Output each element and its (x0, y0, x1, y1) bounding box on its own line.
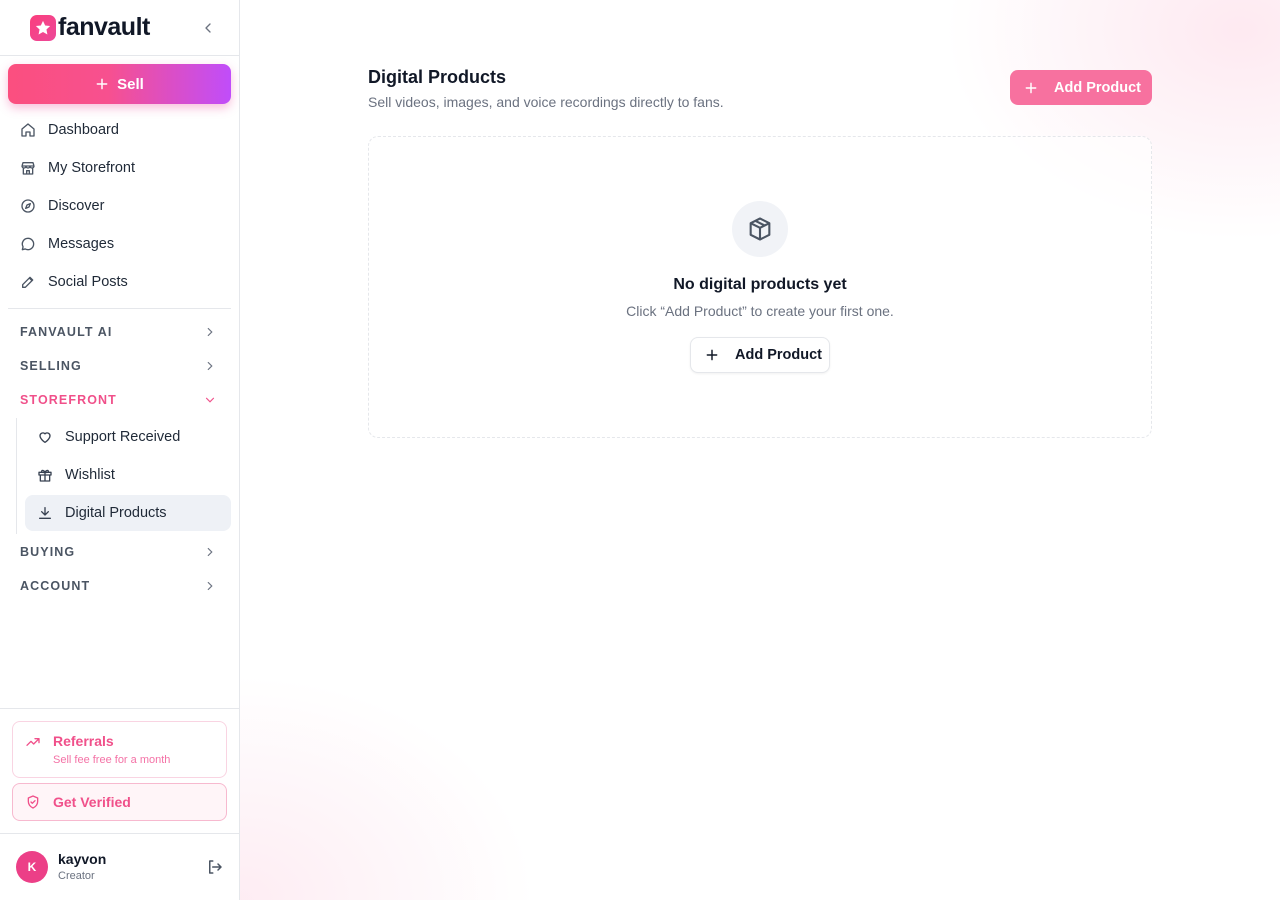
sidebar: fanvault Sell Dashboard My Storefront Di… (0, 0, 240, 900)
logo-row: fanvault (0, 0, 239, 56)
package-icon (732, 201, 788, 257)
nav-label: Digital Products (65, 505, 167, 521)
avatar[interactable]: K (16, 851, 48, 883)
section-label: STOREFRONT (20, 393, 117, 407)
nav-label: Wishlist (65, 467, 115, 483)
logout-icon[interactable] (206, 858, 224, 876)
message-icon (20, 236, 36, 252)
nav-label: Dashboard (48, 122, 119, 138)
nav-label: Messages (48, 236, 115, 252)
section-selling[interactable]: SELLING (8, 351, 231, 381)
nav-social-posts[interactable]: Social Posts (8, 264, 231, 300)
nav-label: Discover (48, 198, 105, 214)
add-product-label: Add Product (735, 347, 822, 363)
nav-label: Social Posts (48, 274, 128, 290)
referrals-card[interactable]: Referrals Sell fee free for a month (12, 721, 227, 778)
nav-messages[interactable]: Messages (8, 226, 231, 262)
nav-wishlist[interactable]: Wishlist (25, 457, 231, 493)
brand-name[interactable]: fanvault (58, 12, 150, 42)
section-label: ACCOUNT (20, 579, 91, 593)
user-role: Creator (58, 870, 95, 882)
main-content (240, 0, 1280, 900)
nav-label: Support Received (65, 429, 181, 445)
nav-support-received[interactable]: Support Received (25, 419, 231, 455)
section-buying[interactable]: BUYING (8, 537, 231, 567)
section-label: FANVAULT AI (20, 325, 113, 339)
compass-icon (20, 198, 36, 214)
section-account[interactable]: ACCOUNT (8, 571, 231, 601)
gift-icon (37, 467, 53, 483)
referrals-subtitle: Sell fee free for a month (53, 754, 171, 766)
chevron-down-icon (203, 393, 217, 407)
page-subtitle: Sell videos, images, and voice recording… (368, 94, 724, 110)
page-title: Digital Products (368, 67, 507, 87)
chevron-right-icon (203, 579, 217, 593)
pencil-icon (20, 274, 36, 290)
divider (0, 708, 239, 709)
chevron-right-icon (203, 325, 217, 339)
nav-discover[interactable]: Discover (8, 188, 231, 224)
section-label: SELLING (20, 359, 82, 373)
empty-add-product-button[interactable]: Add Product (690, 337, 830, 373)
collapse-sidebar-icon[interactable] (200, 20, 216, 36)
trending-up-icon (25, 734, 41, 750)
download-icon (37, 505, 53, 521)
add-product-button[interactable]: Add Product (1010, 70, 1152, 105)
section-storefront[interactable]: STOREFRONT (8, 385, 231, 415)
store-icon (20, 160, 36, 176)
plus-icon (705, 348, 719, 362)
chevron-right-icon (203, 545, 217, 559)
empty-state-title: No digital products yet (673, 276, 847, 293)
plus-icon (1024, 81, 1038, 95)
nav-my-storefront[interactable]: My Storefront (8, 150, 231, 186)
get-verified-button[interactable]: Get Verified (12, 783, 227, 821)
nav-digital-products[interactable]: Digital Products (25, 495, 231, 531)
nav-label: My Storefront (48, 160, 136, 176)
sell-button[interactable]: Sell (8, 64, 231, 104)
chevron-right-icon (203, 359, 217, 373)
empty-state-subtitle: Click “Add Product” to create your first… (626, 303, 894, 319)
user-name: kayvon (58, 851, 107, 867)
submenu-line (16, 418, 17, 534)
plus-icon (96, 78, 108, 90)
add-product-label: Add Product (1054, 79, 1141, 96)
section-fanvault-ai[interactable]: FANVAULT AI (8, 317, 231, 347)
heart-icon (37, 429, 53, 445)
sell-label: Sell (117, 75, 144, 93)
star-icon (30, 15, 56, 41)
divider (8, 308, 231, 309)
nav-dashboard[interactable]: Dashboard (8, 112, 231, 148)
shield-check-icon (25, 794, 41, 810)
divider (0, 833, 239, 834)
referrals-title: Referrals (53, 733, 114, 749)
home-icon (20, 122, 36, 138)
get-verified-label: Get Verified (53, 794, 131, 810)
section-label: BUYING (20, 545, 76, 559)
